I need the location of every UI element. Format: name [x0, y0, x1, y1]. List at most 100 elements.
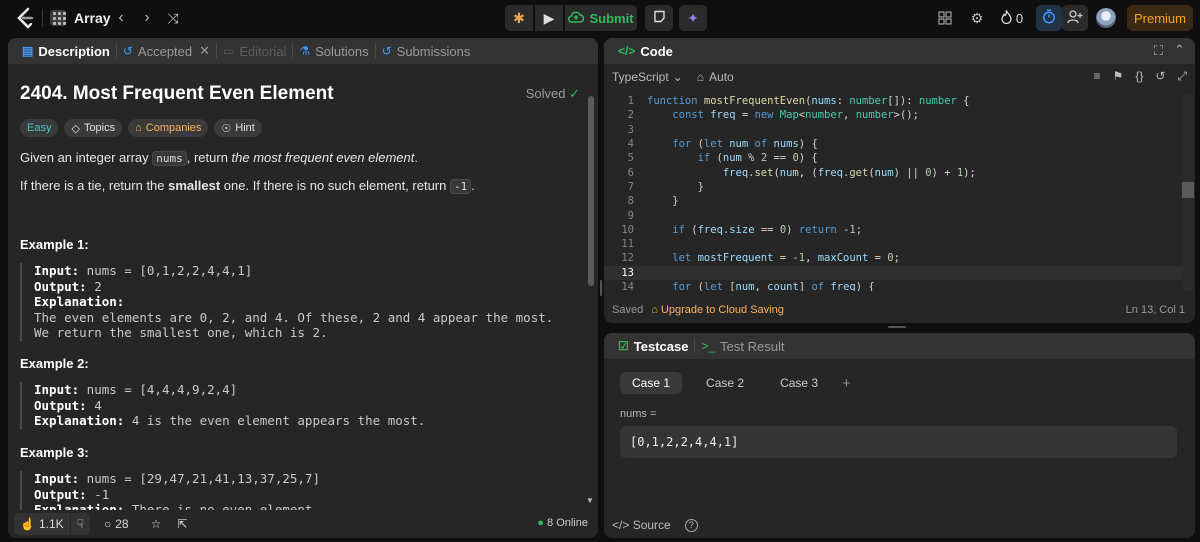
favorite-button[interactable]: ☆	[145, 513, 168, 535]
horizontal-resize-handle[interactable]	[888, 326, 906, 328]
companies-tag[interactable]: ⌂ Companies	[128, 119, 209, 137]
companies-label: Companies	[145, 122, 202, 134]
testcase-panel: ☑ Testcase >_ Test Result Case 1 Case 2 …	[604, 333, 1195, 538]
case-tab-3[interactable]: Case 3	[768, 372, 830, 394]
submit-button[interactable]: Submit	[565, 5, 637, 31]
problem-list-button[interactable]: Array	[50, 7, 111, 29]
code-panel: </> Code ⛶ ⌃ TypeScript ⌄ ⌂ Auto ≡ ⚑ {} …	[604, 38, 1195, 323]
maximize-icon[interactable]: ⛶	[1154, 43, 1163, 59]
editor-tools: ≡ ⚑ {} ↺ ⤢	[1094, 69, 1187, 84]
share-button[interactable]: ⇱	[171, 513, 193, 535]
run-button[interactable]: ▶	[535, 5, 563, 31]
solved-label: Solved	[525, 86, 566, 101]
line-number: 3	[627, 123, 634, 136]
comments-button[interactable]: ○ 28	[98, 513, 135, 535]
star-icon: ☆	[150, 517, 162, 531]
example-input: Input: nums = [4,4,4,9,2,4]	[34, 382, 576, 398]
language-select[interactable]: TypeScript ⌄	[612, 70, 683, 84]
line-number: 14	[621, 281, 634, 291]
topbar-divider	[42, 9, 43, 27]
braces-icon[interactable]: {}	[1135, 69, 1143, 84]
code-line: 9	[604, 208, 1184, 222]
case-tab-2[interactable]: Case 2	[694, 372, 756, 394]
timer-button[interactable]	[1036, 5, 1062, 31]
desc-bold: smallest	[168, 178, 221, 193]
tab-code[interactable]: </> Code	[612, 38, 679, 64]
tab-submissions-label: Submissions	[396, 43, 471, 59]
tab-description[interactable]: ▤ Description	[16, 38, 116, 64]
chevron-up-icon[interactable]: ⌃	[1174, 42, 1185, 58]
tab-submissions[interactable]: ↺ Submissions	[376, 38, 477, 64]
leetcode-logo-icon[interactable]	[14, 7, 36, 29]
tab-accepted-label: Accepted	[137, 43, 193, 59]
bookmark-icon[interactable]: ⚑	[1113, 69, 1124, 84]
desc-text: If there is a tie, return the	[20, 178, 169, 193]
like-button[interactable]: ☝ 1.1K	[14, 513, 70, 535]
upgrade-link[interactable]: ⌂ Upgrade to Cloud Saving	[651, 304, 784, 316]
code-toolbar: TypeScript ⌄ ⌂ Auto ≡ ⚑ {} ↺ ⤢	[604, 64, 1195, 90]
notes-button[interactable]	[645, 5, 673, 31]
scroll-down-icon[interactable]: ▼	[586, 496, 594, 505]
reset-icon[interactable]: ↺	[1155, 69, 1165, 84]
plus-icon[interactable]: +	[842, 375, 851, 392]
auto-mode[interactable]: ⌂ Auto	[697, 70, 734, 84]
chevron-right-icon[interactable]: ›	[138, 8, 156, 28]
source-button[interactable]: </> Source	[612, 518, 671, 532]
ai-assistant-button[interactable]: ✦	[679, 5, 707, 31]
input-label: Input:	[34, 382, 80, 397]
tab-editorial[interactable]: ▭ Editorial	[217, 38, 292, 64]
tab-test-result-label: Test Result	[720, 338, 785, 354]
avatar[interactable]	[1096, 8, 1116, 28]
topics-label: Topics	[83, 122, 116, 134]
description-scrollbar[interactable]	[588, 68, 594, 508]
debug-button[interactable]: ✱	[505, 5, 533, 31]
desc-text: one. If there is no such element, return	[220, 178, 450, 193]
format-icon[interactable]: ≡	[1094, 69, 1101, 84]
hint-tag[interactable]: ☉ Hint	[214, 119, 262, 137]
shuffle-icon[interactable]: ⤨	[164, 8, 182, 28]
premium-button[interactable]: Premium	[1127, 5, 1193, 31]
editor-status-bar: Saved ⌂ Upgrade to Cloud Saving Ln 13, C…	[604, 297, 1195, 323]
help-icon[interactable]: ?	[684, 518, 698, 532]
add-user-button[interactable]	[1062, 5, 1088, 31]
tab-test-result[interactable]: >_ Test Result	[695, 333, 790, 359]
code-line: 3	[604, 123, 1184, 137]
desc-text: , return	[186, 150, 232, 165]
code-editor[interactable]: 1 function mostFrequentEven(nums: number[…	[604, 94, 1195, 291]
streak-counter[interactable]: 0	[998, 8, 1026, 27]
scrollbar-thumb[interactable]	[588, 96, 594, 286]
line-number: 12	[621, 252, 634, 265]
code-line: 12 let mostFrequent = -1, maxCount = 0;	[604, 251, 1184, 265]
tab-testcase[interactable]: ☑ Testcase	[612, 333, 694, 359]
close-icon[interactable]: ✕	[199, 43, 210, 59]
fullscreen-icon[interactable]: ⤢	[1177, 69, 1187, 84]
online-label: 8 Online	[547, 517, 588, 529]
code-line: 1 function mostFrequentEven(nums: number[…	[604, 94, 1184, 108]
example-explanation: Explanation: 4 is the even element appea…	[34, 413, 576, 429]
case-tab-1[interactable]: Case 1	[620, 372, 683, 394]
tab-accepted[interactable]: ↺ Accepted ✕	[117, 38, 216, 64]
tab-solutions[interactable]: ⚗ Solutions	[293, 38, 374, 64]
inline-code: nums	[152, 151, 187, 166]
input-label: Input:	[34, 263, 80, 278]
vertical-resize-handle[interactable]	[600, 280, 602, 296]
code-icon: </>	[618, 44, 636, 58]
description-paragraph: If there is a tie, return the smallest o…	[20, 178, 475, 194]
play-icon: ▶	[543, 9, 555, 26]
dislike-button[interactable]: ☟	[70, 513, 90, 535]
param-label: nums =	[620, 408, 657, 420]
scrollbar-thumb[interactable]	[1182, 182, 1194, 198]
tab-solutions-label: Solutions	[315, 43, 369, 59]
comment-icon: ○	[103, 517, 112, 531]
code-icon: </>	[612, 518, 630, 532]
testcase-input[interactable]: [0,1,2,2,4,4,1]	[620, 426, 1177, 458]
thumbs-up-icon: ☝	[20, 517, 35, 531]
line-number: 1	[627, 95, 634, 108]
code-tab-bar: </> Code ⛶ ⌃	[604, 38, 1195, 64]
output-label: Output:	[34, 486, 87, 502]
gear-icon[interactable]: ⚙	[968, 9, 986, 27]
chevron-left-icon[interactable]: ‹	[112, 8, 130, 28]
topics-tag[interactable]: ◇ Topics	[64, 119, 123, 137]
code-scrollbar[interactable]	[1182, 94, 1194, 291]
layout-icon[interactable]	[936, 9, 954, 27]
